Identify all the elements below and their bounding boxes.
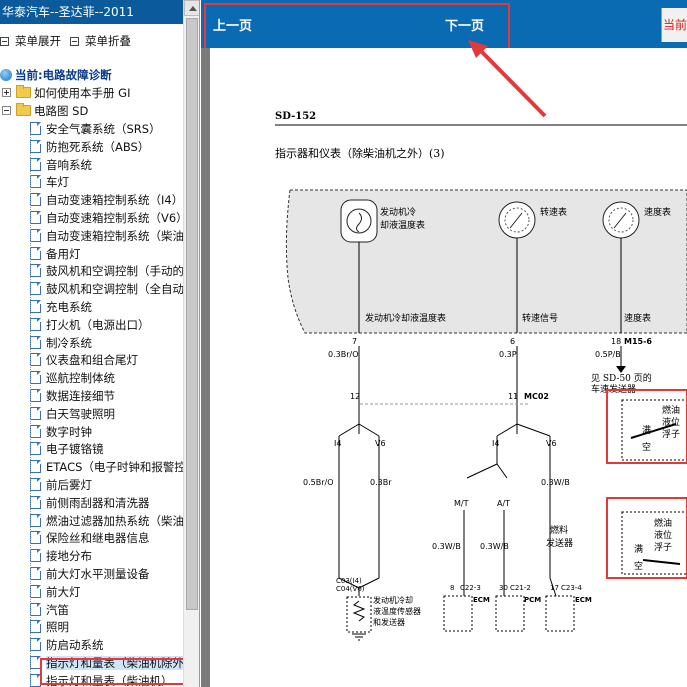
annotation-arrow [468,40,547,118]
app-window: 华泰汽车--圣达菲--2011 菜单展开 菜单折叠 当前:电路故障诊断 如何使用… [0,0,687,687]
